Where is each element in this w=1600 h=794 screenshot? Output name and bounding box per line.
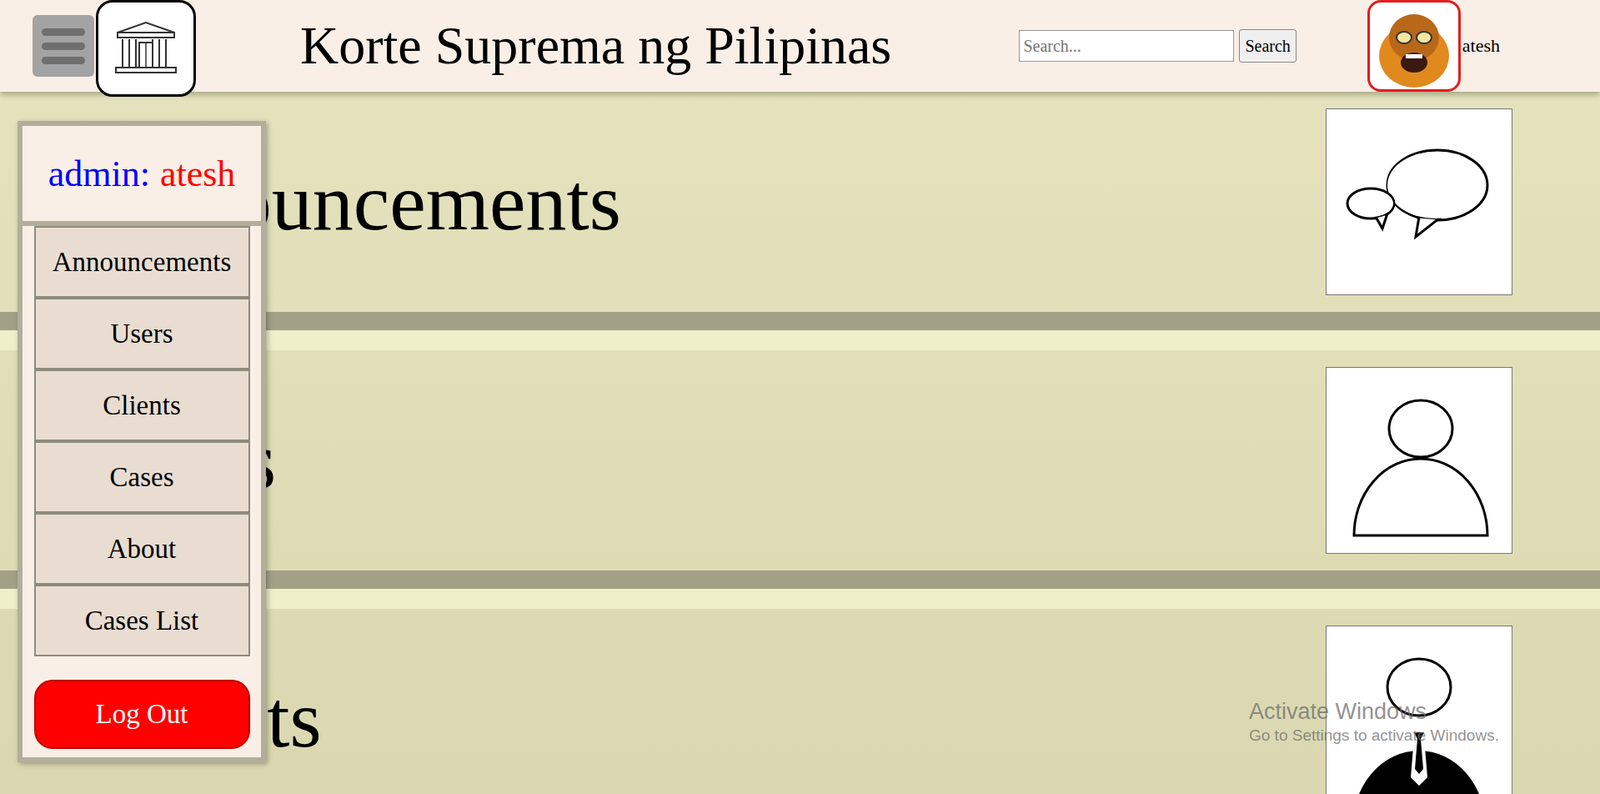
sidebar-item[interactable]: Clients — [34, 369, 251, 442]
sidebar-list: AnnouncementsUsersClientsCasesAboutCases… — [34, 225, 251, 657]
role-label: admin: — [48, 152, 151, 196]
user-name: atesh — [1462, 35, 1500, 57]
page: Korte Suprema ng Pilipinas Search atesh Ann… — [0, 0, 1600, 794]
sidebar-menu: admin:ateshAnnouncementsUsersClientsCase… — [17, 120, 266, 763]
search-input[interactable] — [1018, 30, 1234, 62]
court-logo-icon — [114, 20, 178, 76]
sidebar-item[interactable]: Users — [34, 297, 251, 370]
sidebar-item[interactable]: Cases — [34, 441, 251, 513]
menu-bar-icon — [41, 56, 86, 65]
logo[interactable] — [95, 0, 196, 97]
section-icon-box — [1325, 625, 1513, 794]
sidebar-item[interactable]: Cases List — [34, 584, 251, 657]
section-icon-box — [1325, 366, 1513, 554]
menu-button[interactable] — [32, 15, 95, 77]
user-box[interactable]: atesh — [1367, 0, 1500, 92]
avatar-icon — [1372, 4, 1456, 88]
speech-bubbles-icon — [1335, 118, 1503, 286]
logout-button[interactable]: Log Out — [34, 679, 251, 749]
header: Korte Suprema ng Pilipinas Search atesh — [0, 0, 1600, 92]
avatar[interactable] — [1367, 0, 1461, 92]
client-icon — [1335, 635, 1503, 794]
search-button[interactable]: Search — [1238, 29, 1296, 63]
section-icon-box — [1325, 108, 1513, 296]
user-icon — [1335, 376, 1503, 544]
menu-bar-icon — [41, 28, 86, 36]
search-form: Search — [1018, 29, 1296, 63]
role-user: atesh — [160, 152, 236, 196]
sidebar-header: admin:atesh — [22, 125, 261, 226]
sidebar-item[interactable]: Announcements — [34, 225, 251, 298]
menu-bar-icon — [41, 42, 86, 51]
site-title: Korte Suprema ng Pilipinas — [300, 15, 892, 77]
sidebar-item[interactable]: About — [34, 512, 251, 585]
